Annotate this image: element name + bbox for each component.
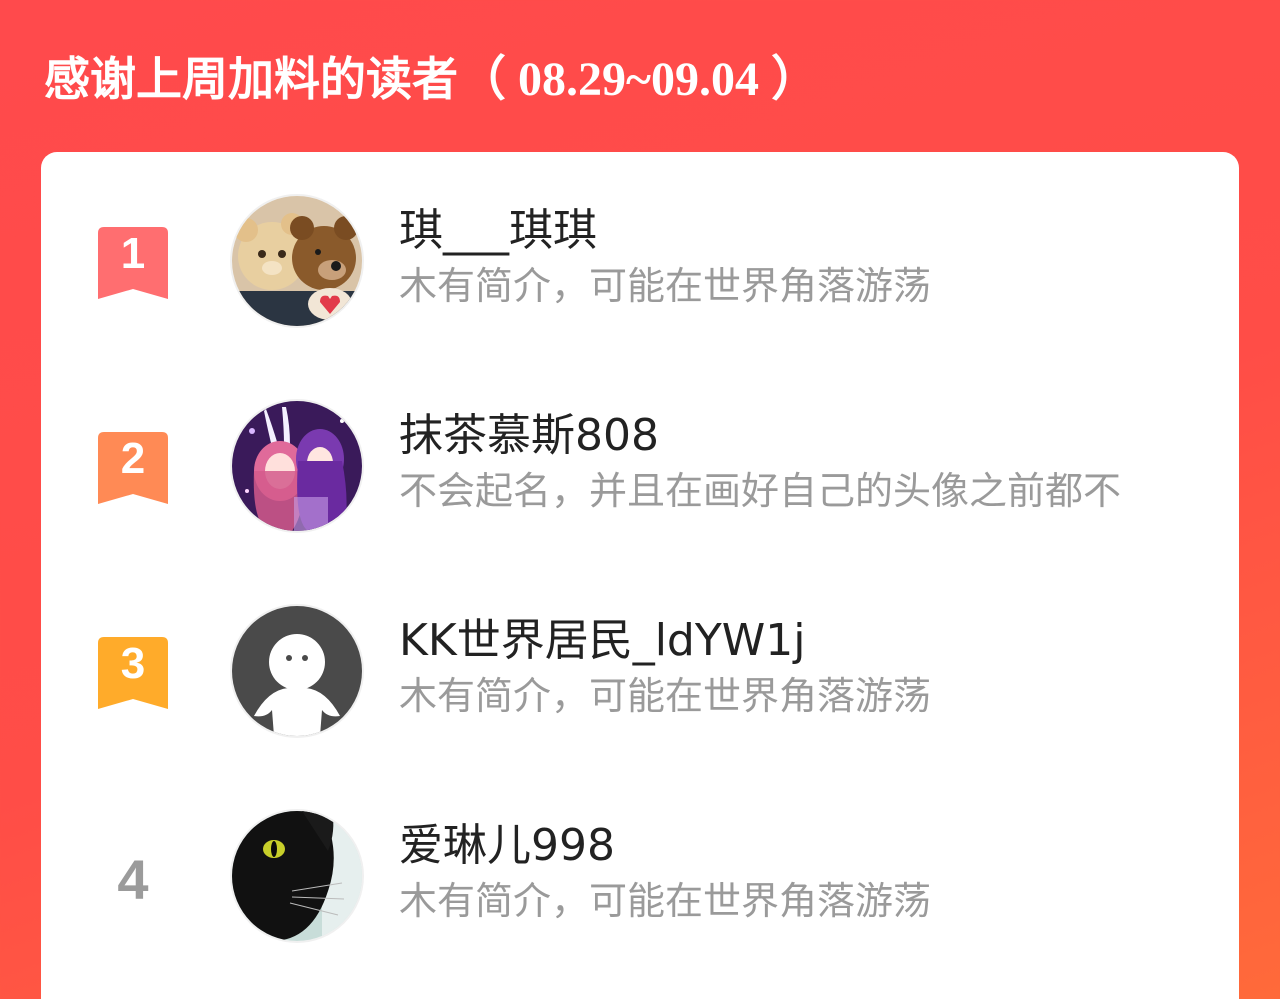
- page-title: 感谢上周加料的读者（ 08.29~09.04 ）: [44, 44, 819, 114]
- rank-badge: 2: [98, 432, 168, 504]
- user-bio: 木有简介，可能在世界角落游荡: [399, 264, 932, 308]
- rank-badge: 3: [98, 637, 168, 709]
- user-bio: 木有简介，可能在世界角落游荡: [399, 879, 932, 923]
- rank-number: 2: [120, 434, 146, 483]
- black-cat-avatar-image: [232, 811, 362, 941]
- rank-number: 4: [117, 848, 149, 911]
- avatar[interactable]: [230, 194, 364, 328]
- user-name[interactable]: KK世界居民_ldYW1j: [399, 612, 805, 670]
- date-range: （ 08.29~09.04 ）: [458, 53, 819, 106]
- user-name[interactable]: 琪___琪琪: [399, 202, 597, 260]
- readers-list: 1 琪___琪琪 木有简介，可能在世界角落游荡 2 抹茶慕斯808 不会起名，并…: [41, 152, 1239, 999]
- list-item[interactable]: 1 琪___琪琪 木有简介，可能在世界角落游荡: [41, 194, 1239, 334]
- avatar[interactable]: [230, 399, 364, 533]
- rank-number: 1: [120, 229, 146, 278]
- title-text: 感谢上周加料的读者: [44, 52, 458, 106]
- avatar[interactable]: [230, 604, 364, 738]
- user-bio: 不会起名，并且在画好自己的头像之前都不: [399, 469, 1122, 513]
- list-item[interactable]: 2 抹茶慕斯808 不会起名，并且在画好自己的头像之前都不: [41, 399, 1239, 539]
- list-item[interactable]: 3 KK世界居民_ldYW1j 木有简介，可能在世界角落游荡: [41, 604, 1239, 744]
- anime-characters-avatar-image: [232, 401, 362, 531]
- default-user-avatar-image: [232, 606, 362, 736]
- user-name[interactable]: 爱琳儿998: [399, 817, 615, 875]
- rank-number: 3: [120, 639, 146, 688]
- teddy-bears-avatar-image: [232, 196, 362, 326]
- avatar[interactable]: [230, 809, 364, 943]
- user-name[interactable]: 抹茶慕斯808: [399, 407, 659, 465]
- user-bio: 木有简介，可能在世界角落游荡: [399, 674, 932, 718]
- rank-badge: 1: [98, 227, 168, 299]
- list-item[interactable]: 4 爱琳儿998 木有简介，可能在世界角落游荡: [41, 809, 1239, 949]
